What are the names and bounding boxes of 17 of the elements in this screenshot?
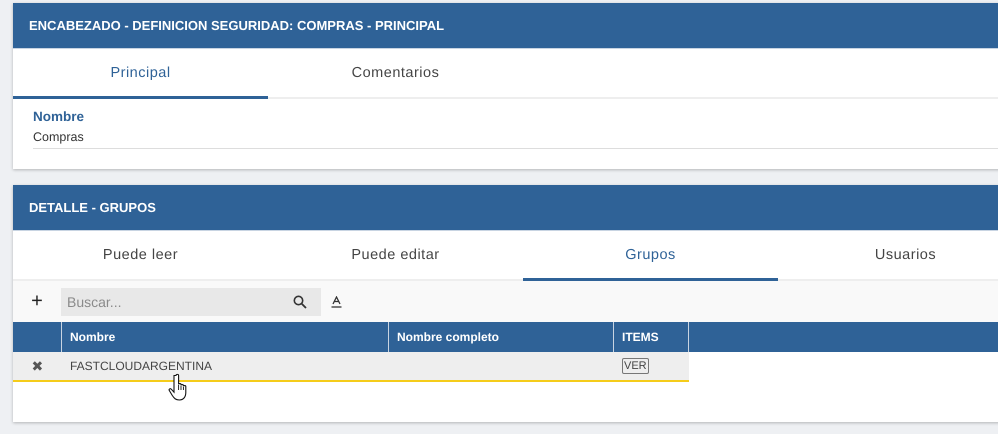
tab[interactable]: Puede editar <box>268 231 523 281</box>
text-format-icon[interactable] <box>331 296 342 308</box>
delete-icon[interactable]: ✖ <box>32 358 44 374</box>
field-label: Nombre <box>33 109 86 124</box>
panel-title: DETALLE - GRUPOS <box>13 185 998 231</box>
table-cell-text: FASTCLOUDARGENTINA <box>69 358 214 375</box>
tab[interactable]: Comentarios <box>268 49 523 99</box>
tab[interactable]: Usuarios <box>778 231 998 281</box>
tab[interactable]: Puede leer <box>13 231 268 281</box>
search-field[interactable]: Buscar... <box>61 288 321 316</box>
view-button[interactable]: VER <box>622 358 649 374</box>
search-icon[interactable] <box>293 294 307 308</box>
tab[interactable]: Principal <box>13 49 268 99</box>
table-row[interactable]: ✖ FASTCLOUDARGENTINA VER <box>13 352 689 382</box>
panel-title: ENCABEZADO - DEFINICION SEGURIDAD: COMPRAS - PRINCIPAL <box>13 3 998 49</box>
add-button[interactable]: + <box>13 290 61 313</box>
input-field[interactable]: Compras <box>33 124 998 149</box>
